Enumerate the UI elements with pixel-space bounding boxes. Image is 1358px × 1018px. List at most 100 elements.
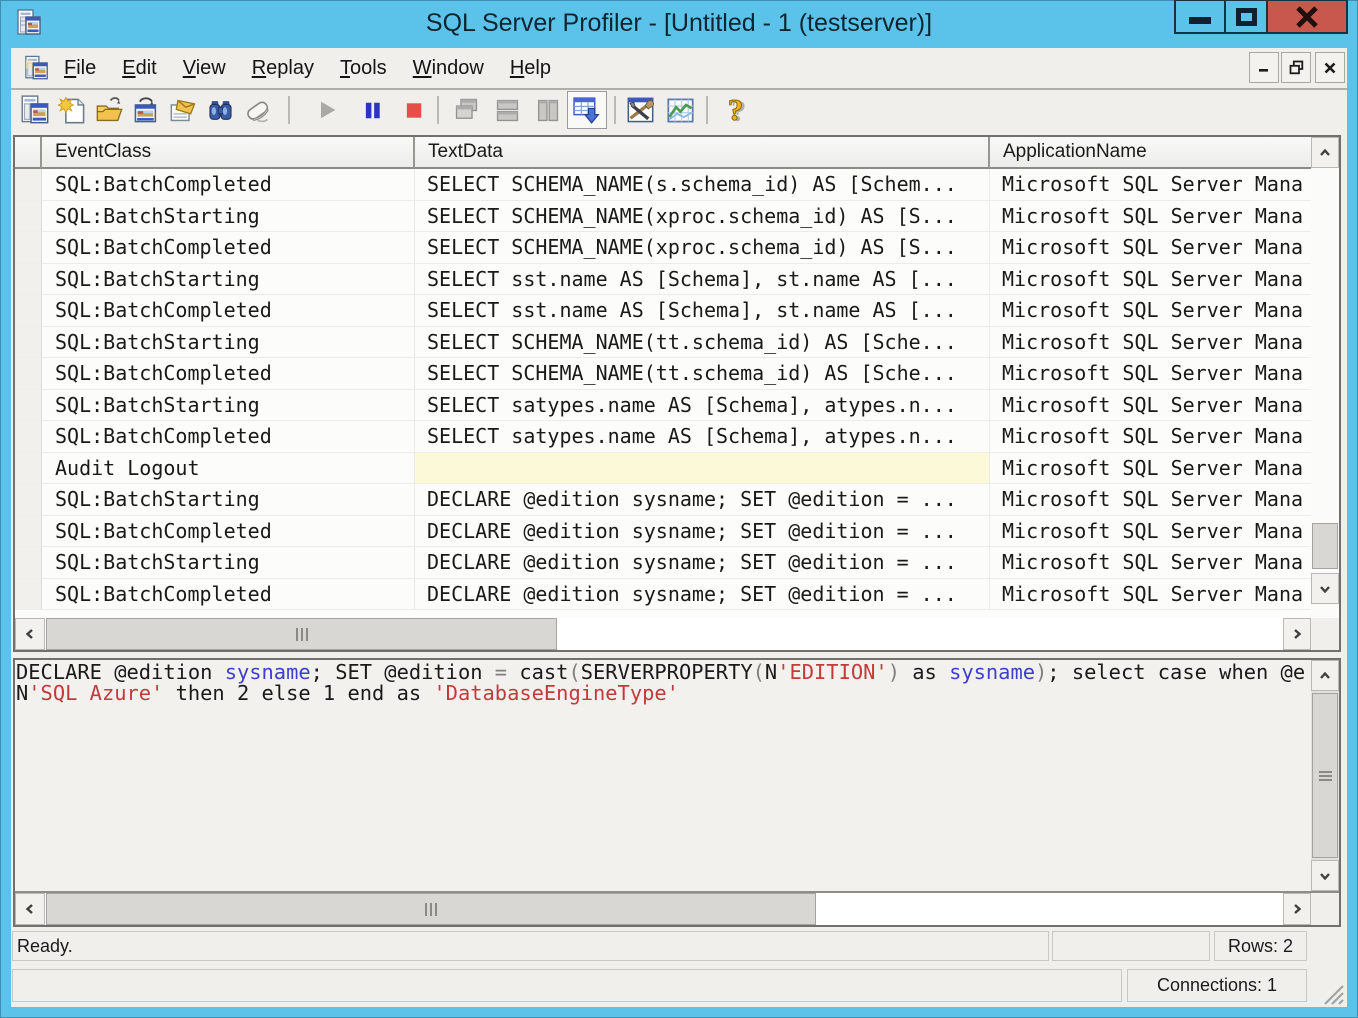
application-name-cell: Microsoft SQL Server Mana — [990, 484, 1311, 516]
row-selector-cell — [15, 264, 42, 296]
table-row[interactable]: SQL:BatchCompleted SELECT SCHEMA_NAME(tt… — [15, 358, 1311, 390]
find-icon — [205, 95, 236, 126]
table-row[interactable]: Audit Logout Microsoft SQL Server Mana — [15, 453, 1311, 485]
table-row[interactable]: SQL:BatchStarting DECLARE @edition sysna… — [15, 547, 1311, 579]
maximize-button[interactable] — [1224, 0, 1268, 34]
menu-item-file[interactable]: File — [51, 49, 109, 87]
row-selector-cell — [15, 547, 42, 579]
row-selector-cell — [15, 421, 42, 453]
text-data-cell: SELECT SCHEMA_NAME(tt.schema_id) AS [Sch… — [415, 358, 990, 390]
tile-horizontally-button[interactable] — [490, 93, 524, 127]
trace-properties-button[interactable] — [18, 93, 52, 127]
chevron-right-icon — [1290, 902, 1304, 916]
menu-item-edit[interactable]: Edit — [109, 49, 169, 87]
scroll-right-button[interactable] — [1283, 893, 1311, 925]
event-class-cell: SQL:BatchStarting — [42, 264, 415, 296]
cascade-windows-button[interactable] — [449, 93, 483, 127]
scroll-left-button[interactable] — [15, 618, 45, 650]
mdi-minimize-button[interactable] — [1249, 52, 1279, 83]
horizontal-scroll-thumb[interactable] — [46, 618, 557, 650]
table-row[interactable]: SQL:BatchCompleted SELECT satypes.name A… — [15, 421, 1311, 453]
pause-trace-button[interactable] — [355, 93, 389, 127]
stop-trace-icon — [398, 95, 429, 126]
clear-trace-button[interactable] — [240, 93, 274, 127]
row-selector-cell — [15, 516, 42, 548]
event-class-cell: SQL:BatchCompleted — [42, 516, 415, 548]
mdi-close-button[interactable] — [1315, 52, 1345, 83]
mdi-child-icon[interactable] — [24, 55, 50, 82]
horizontal-scroll-thumb[interactable] — [46, 893, 816, 925]
cascade-windows-icon — [451, 95, 482, 126]
table-row[interactable]: SQL:BatchStarting SELECT satypes.name AS… — [15, 390, 1311, 422]
scroll-left-button[interactable] — [15, 893, 45, 925]
text-data-cell: SELECT SCHEMA_NAME(xproc.schema_id) AS [… — [415, 201, 990, 233]
status-middle-panel — [1052, 931, 1210, 961]
resize-grip[interactable] — [1319, 980, 1345, 1006]
menu-item-view[interactable]: View — [170, 49, 239, 87]
menu-item-window[interactable]: Window — [400, 49, 497, 87]
text-data-cell: SELECT sst.name AS [Schema], st.name AS … — [415, 264, 990, 296]
close-button[interactable] — [1268, 0, 1348, 34]
text-data-cell: SELECT satypes.name AS [Schema], atypes.… — [415, 421, 990, 453]
row-selector-cell — [15, 232, 42, 264]
client-area: FileEditViewReplayToolsWindowHelp — [11, 48, 1347, 1007]
event-class-cell: SQL:BatchCompleted — [42, 579, 415, 611]
table-row[interactable]: SQL:BatchStarting SELECT SCHEMA_NAME(xpr… — [15, 201, 1311, 233]
chevron-down-icon — [1318, 869, 1332, 883]
save-trace-button[interactable] — [129, 93, 163, 127]
grid-horizontal-scrollbar[interactable] — [15, 618, 1339, 650]
scroll-right-button[interactable] — [1283, 618, 1311, 650]
scroll-up-button[interactable] — [1311, 137, 1339, 168]
menu-item-tools[interactable]: Tools — [327, 49, 400, 87]
vertical-scroll-thumb[interactable] — [1312, 523, 1338, 569]
application-name-cell: Microsoft SQL Server Mana — [990, 453, 1311, 485]
start-replay-button[interactable] — [309, 93, 343, 127]
table-row[interactable]: SQL:BatchCompleted DECLARE @edition sysn… — [15, 579, 1311, 611]
detail-horizontal-scrollbar[interactable] — [15, 893, 1339, 925]
toolbar-separator — [288, 96, 290, 124]
help-button[interactable]: ? ? — [718, 93, 752, 127]
view-chart-icon — [665, 95, 696, 126]
thumb-grip — [1319, 771, 1332, 781]
code-content[interactable]: DECLARE @edition sysname; SET @edition =… — [16, 662, 1309, 888]
auto-scroll-button[interactable] — [567, 91, 607, 129]
table-row[interactable]: SQL:BatchCompleted SELECT SCHEMA_NAME(s.… — [15, 169, 1311, 201]
stop-trace-button[interactable] — [396, 93, 430, 127]
svg-text:?: ? — [727, 95, 743, 126]
view-chart-button[interactable] — [663, 93, 697, 127]
organize-columns-button[interactable] — [623, 93, 657, 127]
grid-vertical-scrollbar[interactable] — [1311, 137, 1339, 618]
table-row[interactable]: SQL:BatchStarting SELECT SCHEMA_NAME(tt.… — [15, 327, 1311, 359]
table-row[interactable]: SQL:BatchCompleted SELECT sst.name AS [S… — [15, 295, 1311, 327]
scroll-down-button[interactable] — [1311, 860, 1339, 891]
column-header-eventclass[interactable]: EventClass — [42, 137, 415, 169]
text-data-cell: SELECT SCHEMA_NAME(tt.schema_id) AS [Sch… — [415, 327, 990, 359]
table-row[interactable]: SQL:BatchStarting DECLARE @edition sysna… — [15, 484, 1311, 516]
toolbar-separator — [706, 96, 708, 124]
menu-item-replay[interactable]: Replay — [239, 49, 327, 87]
open-trace-button[interactable] — [92, 93, 126, 127]
tile-vertically-button[interactable] — [530, 93, 564, 127]
vertical-scroll-thumb[interactable] — [1312, 693, 1338, 858]
menu-item-help[interactable]: Help — [497, 49, 564, 87]
find-button[interactable] — [203, 93, 237, 127]
row-selector-cell — [15, 295, 42, 327]
scroll-up-button[interactable] — [1311, 660, 1339, 691]
thumb-grip — [296, 628, 308, 641]
chevron-down-icon — [1318, 582, 1332, 596]
table-row[interactable]: SQL:BatchCompleted DECLARE @edition sysn… — [15, 516, 1311, 548]
minimize-button[interactable] — [1174, 0, 1224, 34]
scroll-down-button[interactable] — [1311, 573, 1339, 604]
table-row[interactable]: SQL:BatchCompleted SELECT SCHEMA_NAME(xp… — [15, 232, 1311, 264]
export-trace-button[interactable] — [166, 93, 200, 127]
close-icon — [1295, 6, 1319, 28]
row-selector-cell — [15, 327, 42, 359]
column-header-textdata[interactable]: TextData — [415, 137, 990, 169]
row-selector-header[interactable] — [15, 137, 42, 169]
detail-vertical-scrollbar[interactable] — [1311, 660, 1339, 891]
new-trace-button[interactable] — [55, 93, 89, 127]
column-header-applicationname[interactable]: ApplicationName — [990, 137, 1311, 169]
mdi-restore-button[interactable] — [1281, 52, 1311, 83]
table-row[interactable]: SQL:BatchStarting SELECT sst.name AS [Sc… — [15, 264, 1311, 296]
organize-columns-icon — [625, 95, 656, 126]
